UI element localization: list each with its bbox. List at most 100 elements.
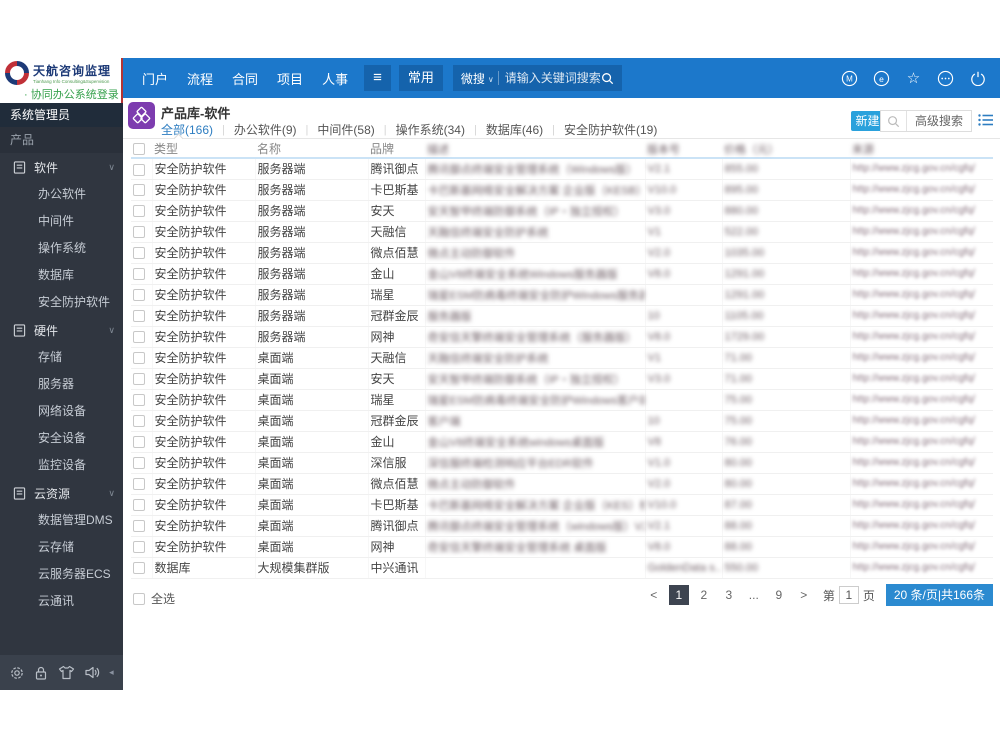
row-checkbox[interactable] bbox=[133, 457, 145, 470]
page-button-<[interactable]: < bbox=[644, 585, 664, 605]
select-all-checkbox-header[interactable] bbox=[133, 143, 145, 156]
sidebar-item-0-0[interactable]: 办公软件 bbox=[0, 181, 123, 208]
sound-speaker-icon[interactable] bbox=[84, 665, 100, 680]
theme-shirt-icon[interactable] bbox=[58, 665, 75, 680]
row-checkbox[interactable] bbox=[133, 184, 145, 197]
page-button-9[interactable]: 9 bbox=[769, 585, 789, 605]
row-checkbox[interactable] bbox=[133, 499, 145, 512]
filter-tab-4[interactable]: 数据库(46) bbox=[486, 121, 543, 138]
search-engine-label[interactable]: 微搜 bbox=[461, 70, 485, 87]
nav-item-2[interactable]: 合同 bbox=[232, 69, 258, 88]
table-row[interactable]: 安全防护软件 服务器端 安天 安天智甲终端防御系统（IP・独立授权） V3.0 … bbox=[131, 200, 993, 222]
row-checkbox[interactable] bbox=[133, 394, 145, 407]
row-checkbox[interactable] bbox=[133, 373, 145, 386]
sidebar-item-1-1[interactable]: 服务器 bbox=[0, 371, 123, 398]
filter-tab-5[interactable]: 安全防护软件(19) bbox=[564, 121, 657, 138]
page-jump-input[interactable] bbox=[838, 586, 859, 604]
apps-menu-button[interactable]: ≡ bbox=[364, 65, 391, 91]
search-icon[interactable] bbox=[601, 72, 614, 85]
settings-gear-icon[interactable] bbox=[9, 665, 25, 681]
sidebar-section-product[interactable]: 产品 bbox=[0, 127, 123, 153]
row-checkbox[interactable] bbox=[133, 310, 145, 323]
page-button->[interactable]: > bbox=[794, 585, 814, 605]
cell-type: 安全防护软件 bbox=[152, 347, 256, 369]
sidebar-group-2[interactable]: 云资源 ∨ bbox=[0, 479, 123, 507]
row-checkbox[interactable] bbox=[133, 163, 145, 176]
table-row[interactable]: 安全防护软件 服务器端 卡巴斯基 卡巴斯基网络安全解决方案 企业版（KESB）标… bbox=[131, 179, 993, 201]
table-row[interactable]: 安全防护软件 桌面端 金山 金山V8终端安全系统windows桌面版 V8 76… bbox=[131, 431, 993, 453]
table-row[interactable]: 安全防护软件 服务器端 微点佰慧 微点主动防御软件 V2.0 1035.00 h… bbox=[131, 242, 993, 264]
sidebar-item-1-4[interactable]: 监控设备 bbox=[0, 452, 123, 479]
page-button-1[interactable]: 1 bbox=[668, 585, 689, 605]
page-size-selector[interactable]: 20 条/页|共166条 bbox=[885, 584, 993, 606]
table-row[interactable]: 安全防护软件 桌面端 瑞星 瑞星ESM防病毒终端安全防护Windows客户端版 … bbox=[131, 389, 993, 411]
table-row[interactable]: 安全防护软件 桌面端 腾讯御点 腾讯御点终端安全管理系统（windows版）V2… bbox=[131, 515, 993, 537]
table-row[interactable]: 安全防护软件 服务器端 瑞星 瑞星ESM防病毒终端安全防护Windows服务器版… bbox=[131, 284, 993, 306]
table-row[interactable]: 安全防护软件 服务器端 网神 奇安信天擎终端安全管理系统（服务器版） V8.0 … bbox=[131, 326, 993, 348]
search-input[interactable] bbox=[504, 71, 601, 85]
more-icon[interactable] bbox=[937, 70, 954, 87]
sidebar-item-0-2[interactable]: 操作系统 bbox=[0, 235, 123, 262]
row-checkbox[interactable] bbox=[133, 520, 145, 533]
filter-tab-3[interactable]: 操作系统(34) bbox=[396, 121, 465, 138]
table-row[interactable]: 安全防护软件 桌面端 安天 安天智甲终端防御系统（IP・独立授权） V3.0 7… bbox=[131, 368, 993, 390]
sidebar-item-2-2[interactable]: 云服务器ECS bbox=[0, 561, 123, 588]
row-checkbox[interactable] bbox=[133, 352, 145, 365]
table-row[interactable]: 安全防护软件 桌面端 微点佰慧 微点主动防御软件 V2.0 80.00 http… bbox=[131, 473, 993, 495]
nav-item-4[interactable]: 人事 bbox=[322, 69, 348, 88]
sidebar-group-0[interactable]: 软件 ∨ bbox=[0, 153, 123, 181]
nav-item-0[interactable]: 门户 bbox=[142, 69, 168, 88]
pinned-tab-changyong[interactable]: 常用 bbox=[398, 65, 443, 91]
oa-login-link[interactable]: · 协同办公系统登录 bbox=[0, 86, 121, 102]
row-checkbox[interactable] bbox=[133, 562, 145, 575]
sidebar-item-0-4[interactable]: 安全防护软件 bbox=[0, 289, 123, 316]
table-row[interactable]: 安全防护软件 服务器端 腾讯御点 腾讯御点终端安全管理系统（Windows版） … bbox=[131, 158, 993, 180]
lock-icon[interactable] bbox=[34, 665, 48, 681]
sidebar-item-2-3[interactable]: 云通讯 bbox=[0, 588, 123, 615]
table-row[interactable]: 安全防护软件 桌面端 卡巴斯基 卡巴斯基网络安全解决方案 企业版（KES）标准版… bbox=[131, 494, 993, 516]
page-button-3[interactable]: 3 bbox=[719, 585, 739, 605]
nav-item-1[interactable]: 流程 bbox=[187, 69, 213, 88]
message-m-icon[interactable]: M bbox=[841, 70, 858, 87]
row-checkbox[interactable] bbox=[133, 415, 145, 428]
nav-item-3[interactable]: 项目 bbox=[277, 69, 303, 88]
sidebar-item-1-2[interactable]: 网络设备 bbox=[0, 398, 123, 425]
table-row[interactable]: 安全防护软件 桌面端 深信服 深信服终端检测响应平台EDR软件 V1.0 80.… bbox=[131, 452, 993, 474]
row-checkbox[interactable] bbox=[133, 205, 145, 218]
table-row[interactable]: 安全防护软件 服务器端 天融信 天融信终端安全防护系统 V1 522.00 ht… bbox=[131, 221, 993, 243]
select-all-checkbox[interactable] bbox=[133, 592, 145, 605]
sidebar-item-1-0[interactable]: 存储 bbox=[0, 344, 123, 371]
filter-tab-1[interactable]: 办公软件(9) bbox=[234, 121, 297, 138]
sidebar-item-1-3[interactable]: 安全设备 bbox=[0, 425, 123, 452]
row-checkbox[interactable] bbox=[133, 478, 145, 491]
page-button-...[interactable]: ... bbox=[744, 585, 764, 605]
row-checkbox[interactable] bbox=[133, 541, 145, 554]
table-row[interactable]: 安全防护软件 服务器端 冠群金辰 服务器版 10 1105.00 http://… bbox=[131, 305, 993, 327]
table-row[interactable]: 安全防护软件 桌面端 冠群金辰 客户端 10 75.00 http://www.… bbox=[131, 410, 993, 432]
collapse-panel-icon[interactable]: ◂ bbox=[109, 667, 114, 678]
sidebar-item-2-1[interactable]: 云存储 bbox=[0, 534, 123, 561]
search-icon[interactable] bbox=[881, 115, 906, 128]
row-checkbox[interactable] bbox=[133, 247, 145, 260]
filter-tab-0[interactable]: 全部(166) bbox=[161, 121, 213, 138]
sidebar-item-0-1[interactable]: 中间件 bbox=[0, 208, 123, 235]
filter-tab-2[interactable]: 中间件(58) bbox=[317, 121, 374, 138]
row-checkbox[interactable] bbox=[133, 331, 145, 344]
power-icon[interactable] bbox=[969, 70, 986, 87]
row-checkbox[interactable] bbox=[133, 436, 145, 449]
list-view-icon[interactable] bbox=[978, 113, 994, 132]
sidebar-item-2-0[interactable]: 数据管理DMS bbox=[0, 507, 123, 534]
feedback-e-icon[interactable]: e bbox=[873, 70, 890, 87]
table-row[interactable]: 数据库 大规模集群版 中兴通讯 GoldenData s... 550.00 h… bbox=[131, 557, 993, 579]
row-checkbox[interactable] bbox=[133, 268, 145, 281]
row-checkbox[interactable] bbox=[133, 226, 145, 239]
page-button-2[interactable]: 2 bbox=[694, 585, 714, 605]
row-checkbox[interactable] bbox=[133, 289, 145, 302]
sidebar-item-0-3[interactable]: 数据库 bbox=[0, 262, 123, 289]
favorites-star-icon[interactable]: ☆ bbox=[905, 70, 922, 87]
advanced-search-button[interactable]: 高级搜索 bbox=[905, 111, 971, 131]
sidebar-group-1[interactable]: 硬件 ∨ bbox=[0, 316, 123, 344]
table-row[interactable]: 安全防护软件 桌面端 网神 奇安信天擎终端安全管理系统 桌面版 V8.0 88.… bbox=[131, 536, 993, 558]
table-row[interactable]: 安全防护软件 服务器端 金山 金山V8终端安全系统Windows服务器版 V8.… bbox=[131, 263, 993, 285]
table-row[interactable]: 安全防护软件 桌面端 天融信 天融信终端安全防护系统 V1 71.00 http… bbox=[131, 347, 993, 369]
